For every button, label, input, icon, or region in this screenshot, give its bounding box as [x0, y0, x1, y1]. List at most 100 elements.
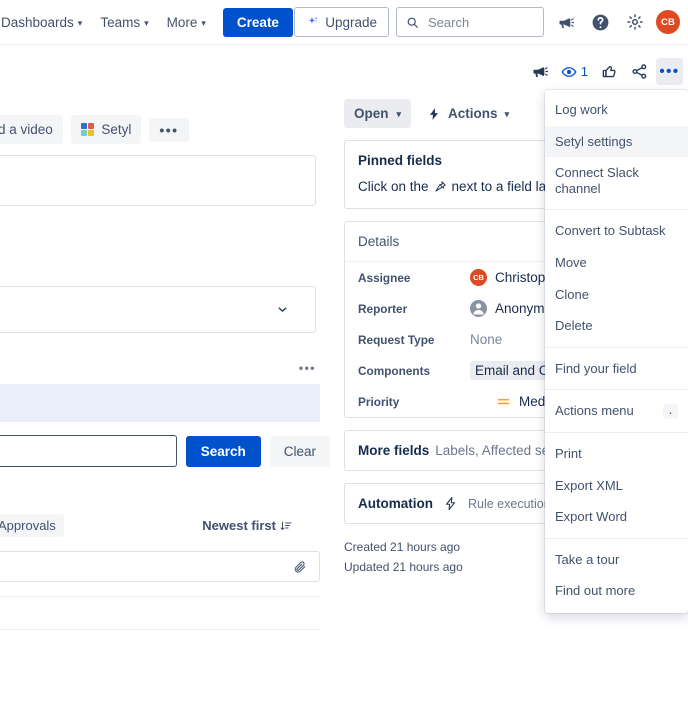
menu-item-take-a-tour-label: Take a tour	[555, 551, 620, 567]
setyl-label: Setyl	[101, 122, 132, 137]
menu-item-take-a-tour[interactable]: Take a tour	[545, 544, 688, 576]
setyl-app-button[interactable]: Setyl	[70, 115, 142, 144]
record-a-video-label: Record a video	[0, 122, 53, 137]
help-icon[interactable]	[586, 8, 614, 36]
nav-item-dashboards-label: Dashboards	[1, 14, 74, 30]
section-more-options-button[interactable]: •••	[0, 359, 320, 377]
top-navigation-bar: Dashboards ▾ Teams ▾ More ▾ Create Upgra…	[0, 0, 688, 45]
search-button[interactable]: Search	[185, 435, 261, 467]
lightning-bolt-icon	[427, 107, 441, 121]
pinned-desc-before: Click on the	[358, 179, 429, 194]
editor-more-options-button[interactable]: •••	[149, 117, 189, 142]
menu-item-setyl-settings-label: Setyl settings	[555, 133, 633, 149]
watch-issue-button[interactable]: 1	[556, 58, 593, 85]
filter-search-input[interactable]	[0, 435, 177, 467]
menu-item-find-out-more[interactable]: Find out more	[545, 575, 688, 607]
nav-left-group: Dashboards ▾ Teams ▾ More ▾ Create	[0, 0, 293, 44]
menu-item-export-xml-label: Export XML	[555, 477, 623, 493]
menu-item-log-work-label: Log work	[555, 102, 608, 117]
notifications-megaphone-icon[interactable]	[551, 8, 579, 36]
sort-descending-icon	[280, 520, 292, 532]
more-horizontal-icon: •••	[159, 121, 179, 138]
editor-toolbar-row: Record a video Setyl •••	[0, 45, 330, 144]
automation-title: Automation	[358, 496, 433, 511]
share-icon[interactable]	[626, 58, 653, 85]
menu-item-find-your-field-label: Find your field	[555, 360, 637, 376]
menu-item-clone[interactable]: Clone	[545, 279, 688, 311]
menu-item-export-xml[interactable]: Export XML	[545, 470, 688, 502]
menu-item-delete-label: Delete	[555, 318, 593, 334]
nav-item-dashboards[interactable]: Dashboards ▾	[0, 9, 91, 36]
menu-item-move-label: Move	[555, 254, 587, 270]
menu-item-delete[interactable]: Delete	[545, 310, 688, 342]
clear-button[interactable]: Clear	[269, 435, 330, 467]
nav-item-teams-label: Teams	[100, 14, 141, 30]
automation-bolt-icon	[443, 496, 458, 511]
issue-actions-label: Actions	[448, 106, 498, 121]
issue-actions-dropdown[interactable]: Actions ▾	[421, 99, 515, 128]
gear-icon[interactable]	[621, 8, 649, 36]
sort-order-label: Newest first	[202, 518, 276, 533]
priority-medium-icon	[496, 394, 511, 409]
activity-filter-row: Approvals Newest first	[0, 514, 320, 537]
menu-item-setyl-settings[interactable]: Setyl settings	[545, 125, 688, 158]
search-icon	[406, 16, 419, 29]
description-editor-area[interactable]	[0, 155, 316, 206]
menu-item-actions-menu-label: Actions menu	[555, 403, 634, 419]
watch-eye-icon	[561, 64, 577, 80]
paperclip-icon[interactable]	[293, 560, 307, 574]
user-avatar[interactable]: CB	[656, 10, 680, 34]
menu-separator	[545, 537, 688, 539]
issue-more-actions-menu: Log work Setyl settings Connect Slack ch…	[545, 90, 688, 613]
field-request-type-label: Request Type	[358, 332, 435, 347]
menu-item-move[interactable]: Move	[545, 247, 688, 279]
field-reporter-value: Anonymo	[495, 301, 553, 316]
menu-item-actions-menu[interactable]: Actions menu .	[545, 395, 688, 427]
approvals-chip[interactable]: Approvals	[0, 514, 64, 537]
menu-item-convert-to-subtask[interactable]: Convert to Subtask	[545, 215, 688, 247]
keyboard-shortcut-badge: .	[663, 403, 678, 419]
menu-separator	[545, 209, 688, 211]
menu-item-find-your-field[interactable]: Find your field	[545, 353, 688, 385]
upgrade-button[interactable]: Upgrade	[294, 7, 389, 37]
activity-divider-strip	[0, 596, 320, 630]
menu-item-print[interactable]: Print	[545, 438, 688, 470]
field-priority-label: Priority	[358, 394, 400, 409]
menu-separator	[545, 346, 688, 348]
menu-item-find-out-more-label: Find out more	[555, 583, 636, 599]
menu-item-connect-slack-channel[interactable]: Connect Slack channel	[545, 157, 688, 204]
field-reporter-value-group: Anonymo	[470, 300, 552, 317]
menu-item-connect-slack-channel-label: Connect Slack channel	[555, 165, 639, 196]
menu-item-log-work[interactable]: Log work	[545, 94, 688, 126]
sort-order-toggle[interactable]: Newest first	[202, 518, 320, 533]
chevron-down-icon	[276, 303, 289, 316]
megaphone-icon[interactable]	[526, 58, 553, 85]
thumbs-up-icon[interactable]	[596, 58, 623, 85]
field-select-dropdown[interactable]	[0, 286, 316, 333]
issue-status-dropdown[interactable]: Open ▾	[344, 99, 412, 128]
add-comment-input[interactable]	[0, 551, 320, 582]
more-horizontal-icon: •••	[659, 62, 680, 80]
pin-icon	[434, 180, 447, 193]
search-input[interactable]	[426, 13, 534, 31]
menu-separator	[545, 389, 688, 391]
nav-item-more[interactable]: More ▾	[158, 9, 215, 36]
upgrade-button-label: Upgrade	[325, 14, 377, 30]
chevron-down-icon: ▾	[77, 17, 83, 28]
more-horizontal-icon: •••	[298, 361, 316, 375]
field-assignee-value: Christopl	[495, 270, 549, 285]
more-actions-button[interactable]: •••	[656, 58, 683, 85]
record-a-video-button[interactable]: Record a video	[0, 115, 63, 144]
chevron-down-icon: ▾	[396, 109, 402, 119]
watch-count: 1	[580, 64, 588, 79]
global-search-box[interactable]	[396, 7, 544, 37]
avatar: CB	[470, 269, 487, 286]
create-button[interactable]: Create	[222, 7, 293, 37]
menu-item-export-word[interactable]: Export Word	[545, 501, 688, 533]
chevron-down-icon: ▾	[144, 17, 149, 28]
chevron-down-icon: ▾	[201, 17, 206, 28]
nav-item-teams[interactable]: Teams ▾	[91, 9, 157, 36]
automation-rule-executions: Rule executions	[468, 496, 557, 511]
issue-status-label: Open	[354, 106, 389, 121]
menu-item-convert-to-subtask-label: Convert to Subtask	[555, 223, 666, 239]
